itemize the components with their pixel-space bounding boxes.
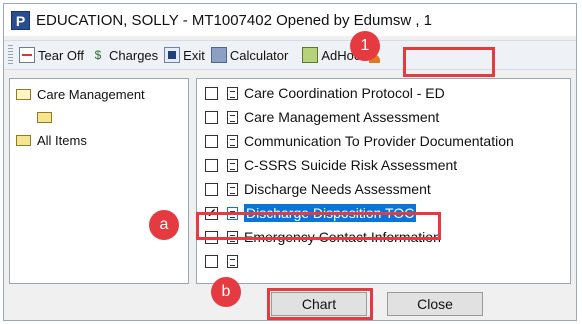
- folder-icon: [37, 112, 52, 123]
- selection-highlight: [196, 212, 441, 240]
- list-item[interactable]: C-SSRS Suicide Risk Assessment: [205, 153, 562, 177]
- form-label: C-SSRS Suicide Risk Assessment: [244, 157, 458, 173]
- folder-tree: Care Management All Items: [9, 78, 189, 284]
- form-label: Care Coordination Protocol - ED: [244, 85, 445, 101]
- list-item[interactable]: Communication To Provider Documentation: [205, 129, 562, 153]
- step-1-badge: 1: [350, 31, 380, 61]
- tear-off-button[interactable]: Tear Off: [19, 47, 84, 63]
- step-a-badge: a: [149, 210, 179, 240]
- form-label: Care Management Assessment: [244, 109, 440, 125]
- form-checkbox[interactable]: [205, 134, 218, 148]
- charges-button[interactable]: $ Charges: [90, 47, 158, 63]
- form-label: Discharge Needs Assessment: [244, 181, 431, 197]
- form-checkbox[interactable]: [205, 158, 218, 172]
- exit-button[interactable]: Exit: [164, 47, 205, 63]
- form-checkbox[interactable]: [205, 86, 218, 100]
- form-list: Care Coordination Protocol - ED Care Man…: [196, 78, 571, 284]
- tree-item-subfolder[interactable]: [16, 106, 182, 129]
- exit-icon: [164, 47, 181, 63]
- charges-label: Charges: [109, 47, 159, 63]
- adhoc-highlight: [403, 47, 495, 77]
- form-checkbox[interactable]: [205, 182, 218, 196]
- title-bar: P EDUCATION, SOLLY - MT1007402 Opened by…: [4, 4, 576, 36]
- document-icon: [227, 182, 238, 196]
- calculator-button[interactable]: Calculator: [210, 47, 289, 63]
- tree-item-label: All Items: [37, 133, 87, 148]
- charges-icon: $: [94, 48, 102, 62]
- list-item[interactable]: Care Management Assessment: [205, 105, 562, 129]
- exit-label: Exit: [183, 47, 205, 63]
- list-item[interactable]: Care Coordination Protocol - ED: [205, 81, 562, 105]
- tear-off-icon: [19, 47, 35, 63]
- tree-item-care-management[interactable]: Care Management: [16, 83, 182, 106]
- content-area: Care Management All Items Care Coordinat…: [9, 78, 571, 284]
- window-title: EDUCATION, SOLLY - MT1007402 Opened by E…: [36, 11, 433, 29]
- list-item[interactable]: [205, 249, 562, 273]
- folder-icon: [16, 135, 31, 146]
- step-b-badge: b: [211, 277, 241, 307]
- list-item[interactable]: Discharge Needs Assessment: [205, 177, 562, 201]
- document-icon: [227, 158, 238, 172]
- tear-off-label: Tear Off: [38, 47, 85, 63]
- document-icon: [227, 110, 238, 124]
- tree-item-all-items[interactable]: All Items: [16, 129, 182, 152]
- adhoc-icon: [302, 47, 319, 63]
- form-label: Communication To Provider Documentation: [244, 133, 514, 149]
- app-icon: P: [11, 10, 30, 30]
- form-checkbox[interactable]: [205, 254, 218, 268]
- document-icon: [227, 254, 238, 268]
- toolbar-grip[interactable]: [8, 45, 13, 65]
- folder-open-icon: [16, 89, 31, 100]
- chart-button-highlight: [267, 288, 373, 320]
- tree-item-label: Care Management: [37, 87, 145, 102]
- document-icon: [227, 86, 238, 100]
- document-icon: [227, 134, 238, 148]
- close-button[interactable]: Close: [387, 292, 483, 316]
- form-checkbox[interactable]: [205, 110, 218, 124]
- calculator-label: Calculator: [229, 47, 289, 63]
- calculator-icon: [210, 47, 227, 63]
